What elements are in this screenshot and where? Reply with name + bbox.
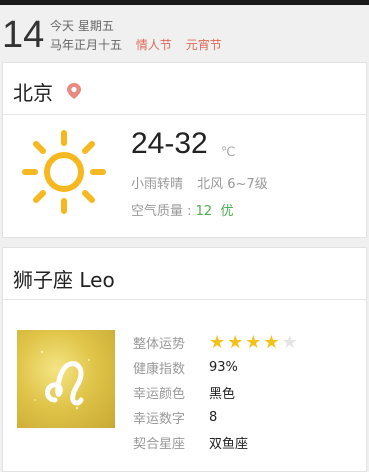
festival-valentines: 情人节 — [135, 38, 172, 52]
lucky-color-value: 黑色 — [209, 387, 236, 402]
aqi-value: 12 — [195, 204, 213, 219]
festival-lantern: 元宵节 — [185, 38, 222, 52]
health-index-label: 健康指数 — [133, 362, 186, 377]
horoscope-card-header: 狮子座 Leo — [3, 248, 366, 300]
air-quality: 空气质量 : 12 优 — [131, 200, 233, 219]
day-number: 14 — [2, 14, 45, 56]
aqi-label: 空气质量 : — [131, 204, 196, 219]
lunar-date: 马年正月十五 — [50, 38, 123, 52]
lucky-number-label: 幸运数字 — [133, 412, 186, 427]
weekday-text: 今天 星期五 — [50, 19, 114, 33]
luck-rating: ★ ★ ★ ★ ★ — [209, 331, 298, 353]
wind-info: 北风 6~7级 — [197, 177, 268, 192]
star-filled-icon: ★ — [227, 331, 244, 353]
aqi-level: 优 — [220, 204, 234, 219]
star-filled-icon: ★ — [209, 331, 226, 353]
zodiac-title: 狮子座 Leo — [13, 268, 115, 292]
lucky-color-row: 幸运颜色 黑色 — [133, 380, 298, 405]
weather-card[interactable]: 北京 24-32 ℃ 小雨转晴 北风 6~7级 空气质量 : 12 优 — [2, 62, 367, 238]
lunar-line: 马年正月十五 情人节 元宵节 — [50, 36, 222, 53]
health-index-value: 93% — [209, 360, 238, 375]
weather-card-header: 北京 — [3, 63, 366, 115]
compatible-sign-row: 契合星座 双鱼座 — [133, 430, 298, 455]
temperature-range: 24-32 — [131, 127, 208, 160]
overall-luck-label: 整体运势 — [133, 337, 186, 352]
horoscope-details: 整体运势 ★ ★ ★ ★ ★ 健康指数 93% 幸运颜色 黑色 幸运数字 8 契… — [133, 330, 298, 455]
star-filled-icon: ★ — [263, 331, 280, 353]
location-pin-icon[interactable] — [67, 83, 81, 99]
compatible-sign-value: 双鱼座 — [209, 437, 249, 452]
star-empty-icon: ★ — [281, 331, 298, 353]
lucky-number-value: 8 — [209, 410, 218, 425]
date-header: 14 今天 星期五 马年正月十五 情人节 元宵节 — [0, 5, 369, 61]
star-filled-icon: ★ — [245, 331, 262, 353]
horoscope-card[interactable]: 狮子座 Leo 整体运势 ★ ★ ★ ★ ★ 健康指数 93% 幸运颜色 黑色 — [2, 247, 367, 472]
weather-description: 小雨转晴 北风 6~7级 — [131, 173, 278, 192]
lucky-color-label: 幸运颜色 — [133, 387, 186, 402]
weather-condition: 小雨转晴 — [131, 177, 184, 192]
overall-luck-row: 整体运势 ★ ★ ★ ★ ★ — [133, 330, 298, 355]
sunny-weather-icon — [22, 130, 106, 214]
compatible-sign-label: 契合星座 — [133, 437, 186, 452]
leo-zodiac-icon — [17, 330, 115, 428]
temperature-unit: ℃ — [221, 145, 236, 160]
health-index-row: 健康指数 93% — [133, 355, 298, 380]
lucky-number-row: 幸运数字 8 — [133, 405, 298, 430]
city-name: 北京 — [13, 81, 53, 105]
